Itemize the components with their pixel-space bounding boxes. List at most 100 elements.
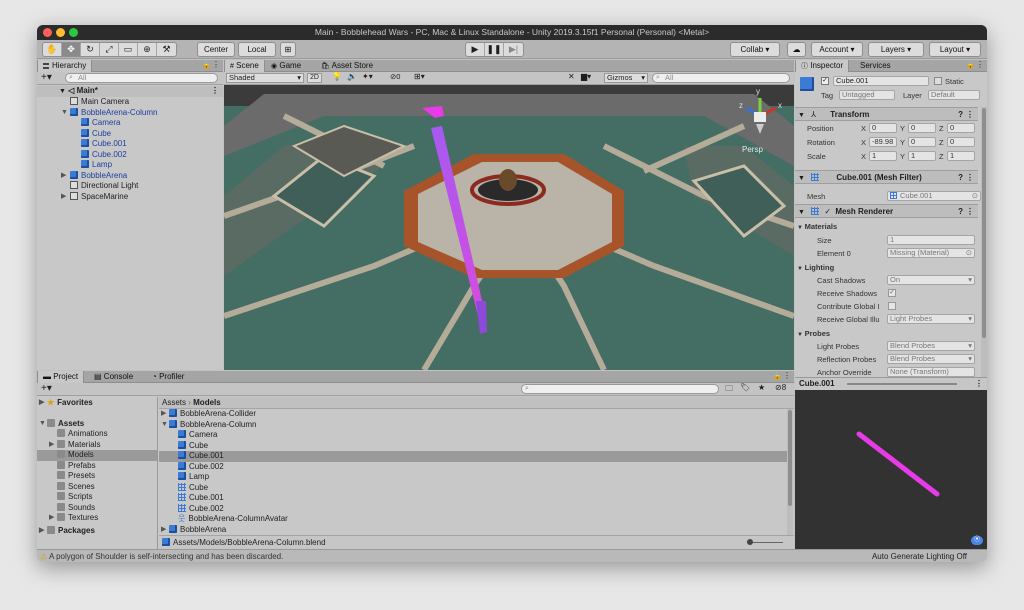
folder-tree-item[interactable]: Prefabs — [37, 460, 157, 472]
receive-shadows-checkbox[interactable]: ✓ — [888, 289, 896, 297]
step-button[interactable]: ▶| — [504, 43, 523, 56]
reflection-probes-dropdown[interactable]: Blend Probes ▾ — [887, 354, 975, 364]
rotate-tool-icon[interactable]: ↻ — [81, 43, 100, 56]
expand-arrow-icon[interactable]: ▶ — [49, 513, 54, 524]
layers-dropdown[interactable]: Layers ▾ — [868, 42, 924, 57]
expand-arrow-icon[interactable]: ▶ — [39, 526, 44, 537]
element-0-field[interactable]: Missing (Material) ⊙ — [887, 248, 975, 258]
hierarchy-item[interactable]: Main Camera — [37, 97, 223, 108]
layout-dropdown[interactable]: Layout ▾ — [929, 42, 981, 57]
transform-tool-icon[interactable]: ⊕ — [138, 43, 157, 56]
create-add-icon[interactable]: +▾ — [41, 383, 52, 395]
receive-gi-dropdown[interactable]: Light Probes ▾ — [887, 314, 975, 324]
expand-arrow-icon[interactable]: ▶ — [39, 398, 44, 409]
help-icon[interactable]: ? — [958, 171, 963, 184]
tag-dropdown[interactable]: Untagged — [839, 90, 895, 100]
folder-tree-item[interactable]: ▶ Materials — [37, 439, 157, 451]
camera-dropdown-icon[interactable]: ▆▾ — [581, 72, 591, 81]
preview-header[interactable]: Cube.001 ⋮ — [795, 377, 987, 390]
asset-list-item[interactable]: Cube.001 — [159, 493, 787, 504]
component-menu-icon[interactable]: ⋮ — [966, 205, 974, 218]
asset-list-item[interactable]: ▶ BobbleArena — [159, 524, 787, 536]
lighting-foldout[interactable]: ▼ Lighting — [797, 263, 834, 272]
search-by-label-icon[interactable]: 🏷 — [740, 383, 750, 392]
create-add-icon[interactable]: +▾ — [41, 72, 52, 84]
asset-list-item[interactable]: Cube.001 — [159, 451, 787, 462]
scale-tool-icon[interactable]: ⤢ — [100, 43, 119, 56]
help-icon[interactable]: ? — [958, 205, 963, 218]
scene-menu-icon[interactable]: ⋮ — [211, 86, 219, 97]
transform-scale-y-field[interactable]: 1 — [908, 151, 936, 161]
object-picker-icon[interactable]: ⊙ — [966, 249, 972, 257]
expand-arrow-icon[interactable]: ▼ — [39, 419, 46, 430]
transform-rotation-x-field[interactable]: -89.98 — [869, 137, 897, 147]
hidden-packages-toggle[interactable]: ⊘8 — [775, 383, 786, 392]
pause-button[interactable]: ❚❚ — [485, 43, 504, 56]
preview-menu-icon[interactable]: ⋮ — [975, 378, 983, 390]
panel-menu-icon[interactable]: ⋮ — [976, 60, 984, 69]
expand-arrow-icon[interactable]: ▶ — [49, 440, 54, 451]
auto-lighting-status[interactable]: Auto Generate Lighting Off — [872, 550, 967, 562]
breadcrumb-assets[interactable]: Assets — [162, 398, 186, 407]
expand-arrow-icon[interactable]: ▶ — [61, 192, 66, 203]
preview-drag-handle[interactable] — [847, 383, 957, 385]
mesh-object-field[interactable]: Cube.001 ⊙ — [887, 191, 981, 201]
collab-dropdown[interactable]: Collab ▾ — [730, 42, 780, 57]
panel-menu-icon[interactable]: ⋮ — [783, 371, 791, 380]
effects-dropdown-icon[interactable]: ✦▾ — [362, 72, 373, 81]
folder-tree-item[interactable]: Models — [37, 450, 157, 461]
object-name-field[interactable]: Cube.001 — [833, 76, 929, 86]
hierarchy-item[interactable]: Cube.001 — [37, 139, 223, 150]
play-button[interactable]: ▶ — [466, 43, 485, 56]
materials-foldout[interactable]: ▼ Materials — [797, 222, 837, 231]
folder-tree-item[interactable]: ▶ Packages — [37, 525, 157, 537]
transform-position-x-field[interactable]: 0 — [869, 123, 897, 133]
asset-list-item[interactable]: Lamp — [159, 472, 787, 483]
inspector-scrollbar[interactable] — [981, 107, 987, 389]
asset-list-item[interactable]: ▼ BobbleArena-Column — [159, 419, 787, 431]
transform-rotation-z-field[interactable]: 0 — [947, 137, 975, 147]
transform-position-z-field[interactable]: 0 — [947, 123, 975, 133]
scrollbar-thumb[interactable] — [788, 410, 792, 506]
account-dropdown[interactable]: Account ▾ — [811, 42, 863, 57]
component-menu-icon[interactable]: ⋮ — [966, 171, 974, 184]
tab-services[interactable]: Services — [855, 60, 896, 72]
custom-tool-icon[interactable]: ⚒ — [157, 43, 176, 56]
hierarchy-item[interactable]: Lamp — [37, 160, 223, 171]
status-message[interactable]: A polygon of Shoulder is self-intersecti… — [49, 552, 283, 561]
size-field[interactable]: 1 — [887, 235, 975, 245]
transform-scale-x-field[interactable]: 1 — [869, 151, 897, 161]
project-scrollbar[interactable] — [787, 409, 793, 535]
space-toggle[interactable]: Local — [238, 42, 276, 57]
hierarchy-item[interactable]: Cube — [37, 128, 223, 140]
asset-list-item[interactable]: 웃 BobbleArena-ColumnAvatar — [159, 514, 787, 525]
rect-tool-icon[interactable]: ▭ — [119, 43, 138, 56]
mesh-filter-header[interactable]: ▼ Cube.001 (Mesh Filter) ? ⋮ — [795, 170, 978, 184]
panel-menu-icon[interactable]: ⋮ — [212, 60, 220, 69]
tab-inspector[interactable]: ⓘ Inspector — [795, 60, 850, 72]
close-window-button[interactable] — [43, 28, 52, 37]
tab-profiler[interactable]: ◔ Profiler — [147, 371, 189, 383]
tab-hierarchy[interactable]: Hierarchy — [37, 60, 93, 72]
transform-position-y-field[interactable]: 0 — [908, 123, 936, 133]
tab-console[interactable]: ▤ Console — [89, 371, 138, 383]
scrollbar-thumb[interactable] — [982, 108, 986, 338]
expand-arrow-icon[interactable]: ▼ — [61, 108, 68, 119]
hierarchy-search-input[interactable]: ⌕ All — [65, 73, 218, 83]
expand-arrow-icon[interactable]: ▶ — [61, 171, 66, 182]
audio-toggle-icon[interactable]: 🔊 — [347, 72, 357, 81]
project-search-input[interactable]: ⌕ — [521, 384, 719, 394]
hierarchy-item[interactable]: Directional Light — [37, 181, 223, 192]
snap-icon[interactable]: ⊞ — [280, 42, 296, 57]
cast-shadows-dropdown[interactable]: On ▾ — [887, 275, 975, 285]
hierarchy-item[interactable]: ▶ BobbleArena — [37, 170, 223, 182]
asset-list-item[interactable]: Cube.002 — [159, 461, 787, 473]
folder-tree-item[interactable]: Presets — [37, 471, 157, 482]
folder-tree-item[interactable]: Sounds — [37, 502, 157, 514]
shading-mode-dropdown[interactable]: Shaded ▾ — [226, 73, 304, 83]
expand-arrow-icon[interactable]: ▼ — [161, 420, 168, 431]
lock-icon[interactable]: 🔒 — [773, 372, 782, 380]
lock-icon[interactable]: 🔒 — [202, 61, 211, 69]
transform-rotation-y-field[interactable]: 0 — [908, 137, 936, 147]
folder-tree-item[interactable]: Animations — [37, 429, 157, 440]
